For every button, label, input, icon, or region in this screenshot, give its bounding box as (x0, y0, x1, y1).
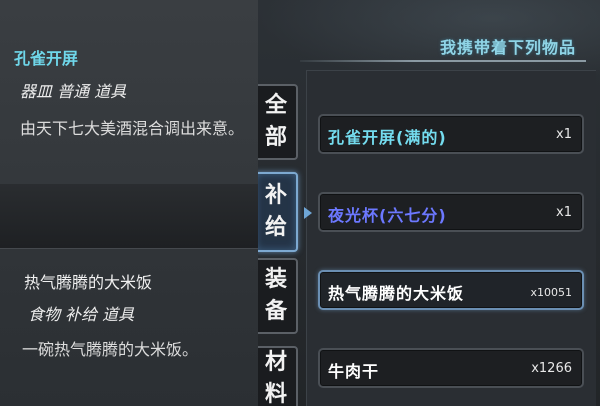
tab-label: 备 (264, 299, 287, 324)
item-row-rice[interactable]: 热气腾腾的大米饭 x10051 (318, 270, 584, 310)
item-detail-description: 由天下七大美酒混合调出来意。 (20, 119, 245, 138)
tab-all[interactable]: 全 部 (254, 84, 298, 160)
tab-label: 全 (264, 93, 287, 118)
tab-label: 料 (264, 382, 287, 406)
panel-gap (0, 184, 258, 248)
tab-materials[interactable]: 材 料 (254, 346, 298, 406)
item-detail-panel-top: 孔雀开屏 器皿 普通 道具 由天下七大美酒混合调出来意。 (0, 0, 258, 184)
item-quantity: x1 (556, 127, 572, 142)
item-detail-title: 孔雀开屏 (14, 49, 79, 68)
item-detail-title: 热气腾腾的大米饭 (24, 273, 153, 292)
item-name: 牛肉干 (328, 362, 380, 381)
tab-label: 装 (264, 267, 287, 292)
item-detail-panel-bottom: 热气腾腾的大米饭 食物 补给 道具 一碗热气腾腾的大米饭。 (0, 248, 258, 406)
tab-equipment[interactable]: 装 备 (254, 258, 298, 334)
tab-label: 材 (264, 350, 287, 375)
item-row-luminous-cup[interactable]: 夜光杯(六七分) x1 (318, 192, 584, 232)
item-quantity: x10051 (530, 286, 572, 299)
item-name: 孔雀开屏(满的) (328, 128, 447, 147)
tab-label: 部 (264, 125, 287, 150)
item-name: 热气腾腾的大米饭 (328, 284, 465, 303)
item-row-peacock[interactable]: 孔雀开屏(满的) x1 (318, 114, 584, 154)
item-row-beef-jerky[interactable]: 牛肉干 x1266 (318, 348, 584, 388)
selection-arrow-icon (304, 207, 312, 219)
item-name: 夜光杯(六七分) (328, 206, 447, 225)
tab-label: 给 (264, 215, 287, 240)
item-quantity: x1 (556, 205, 572, 220)
inventory-header-title: 我携带着下列物品 (439, 38, 576, 57)
tab-label: 补 (264, 183, 287, 208)
item-detail-tags: 食物 补给 道具 (28, 305, 135, 324)
item-quantity: x1266 (531, 361, 572, 376)
tab-supplies[interactable]: 补 给 (254, 172, 298, 252)
item-detail-description: 一碗热气腾腾的大米饭。 (22, 340, 199, 359)
header-divider (300, 60, 586, 62)
item-detail-tags: 器皿 普通 道具 (20, 82, 127, 101)
